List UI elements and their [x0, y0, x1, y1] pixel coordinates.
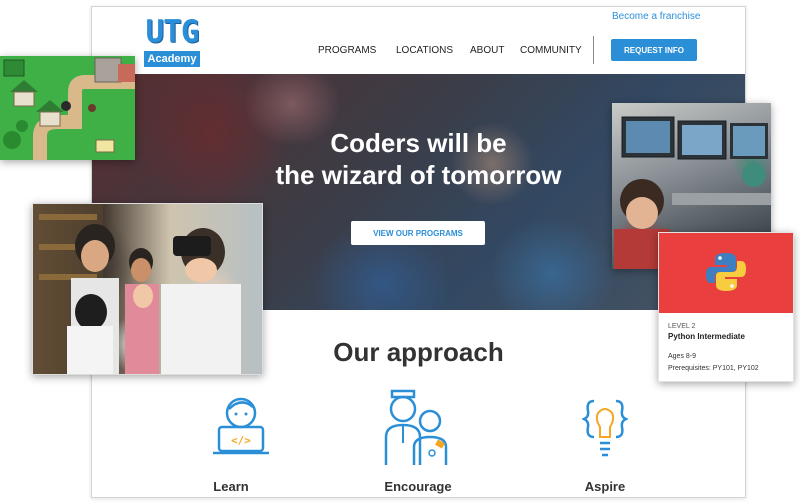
- laptop-coder-icon: </>: [207, 393, 275, 462]
- course-name: Python Intermediate: [668, 332, 745, 341]
- utg-academy-logo[interactable]: UTG Academy: [144, 14, 200, 68]
- svg-text:</>: </>: [231, 434, 251, 447]
- logo-title: UTG: [145, 14, 200, 50]
- course-card-header: [659, 233, 793, 313]
- nav-about[interactable]: ABOUT: [470, 45, 504, 56]
- logo-subtitle: Academy: [144, 51, 200, 67]
- become-franchise-link[interactable]: Become a franchise: [612, 11, 700, 22]
- course-ages: Ages 8-9: [668, 353, 697, 360]
- mentor-student-icon: [382, 387, 452, 472]
- feature-aspire-label: Aspire: [584, 479, 626, 494]
- course-card[interactable]: LEVEL 2 Python Intermediate Ages 8-9 Pre…: [658, 232, 794, 382]
- course-prerequisites: Prerequisites: PY101, PY102: [668, 365, 759, 372]
- nav-community[interactable]: COMMUNITY: [520, 45, 582, 56]
- request-info-button[interactable]: REQUEST INFO: [611, 39, 697, 61]
- nav-programs[interactable]: PROGRAMS: [318, 45, 376, 56]
- code-lightbulb-icon: [580, 395, 630, 466]
- view-programs-button[interactable]: VIEW OUR PROGRAMS: [351, 221, 485, 245]
- vr-students-photo: [32, 203, 263, 375]
- course-level: LEVEL 2: [668, 323, 696, 330]
- feature-learn-label: Learn: [213, 479, 249, 494]
- python-logo-icon: [705, 251, 747, 298]
- game-screenshot: [0, 56, 135, 160]
- nav-divider: [593, 36, 594, 64]
- nav-locations[interactable]: LOCATIONS: [396, 45, 453, 56]
- feature-encourage-label: Encourage: [384, 479, 452, 494]
